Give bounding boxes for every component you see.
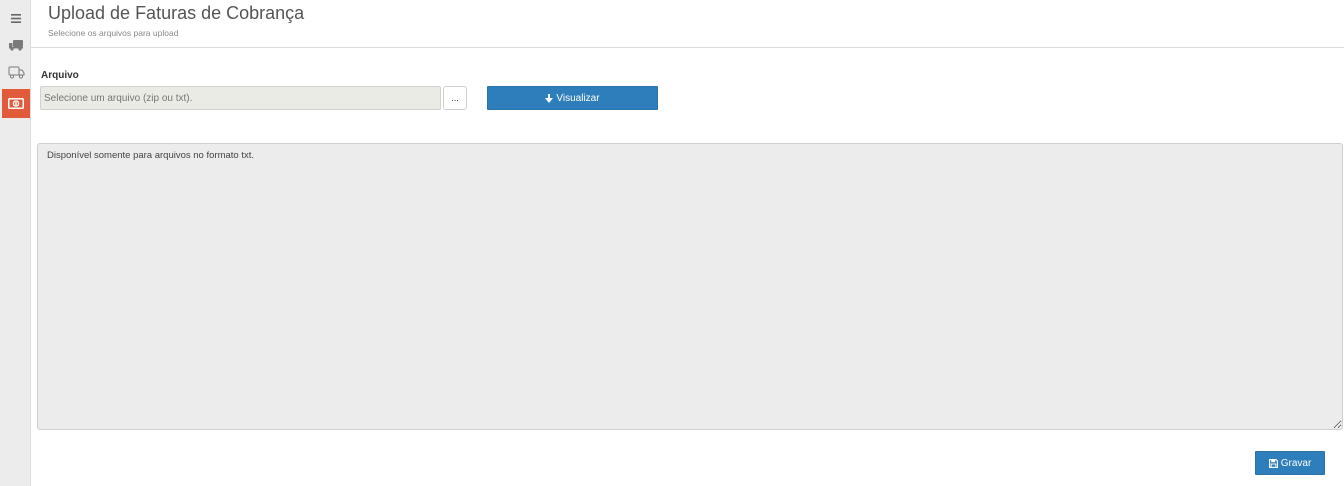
arrow-down-icon [545, 93, 554, 103]
page-header: Upload de Faturas de Cobrança Selecione … [31, 0, 1344, 48]
sidebar-item-faturas[interactable] [2, 89, 30, 118]
view-button-label: Visualizar [556, 92, 600, 104]
save-button-label: Gravar [1280, 457, 1312, 469]
truck-icon [8, 39, 24, 51]
page-subtitle: Selecione os arquivos para upload [48, 28, 179, 38]
floppy-icon [1268, 458, 1278, 468]
save-button[interactable]: Gravar [1255, 451, 1325, 475]
browse-button[interactable]: ... [443, 86, 467, 110]
menu-icon [11, 13, 21, 23]
sidebar [0, 0, 31, 486]
info-textarea[interactable]: Disponível somente para arquivos no form… [37, 143, 1343, 430]
sidebar-item-truck-outline[interactable] [2, 59, 30, 85]
view-button[interactable]: Visualizar [487, 86, 658, 110]
file-input[interactable] [40, 86, 441, 110]
page-title: Upload de Faturas de Cobrança [48, 3, 305, 23]
sidebar-menu-toggle[interactable] [2, 5, 30, 31]
file-label: Arquivo [41, 70, 79, 81]
truck-outline-icon [8, 66, 25, 79]
money-icon [8, 98, 24, 109]
sidebar-item-truck[interactable] [2, 32, 30, 58]
